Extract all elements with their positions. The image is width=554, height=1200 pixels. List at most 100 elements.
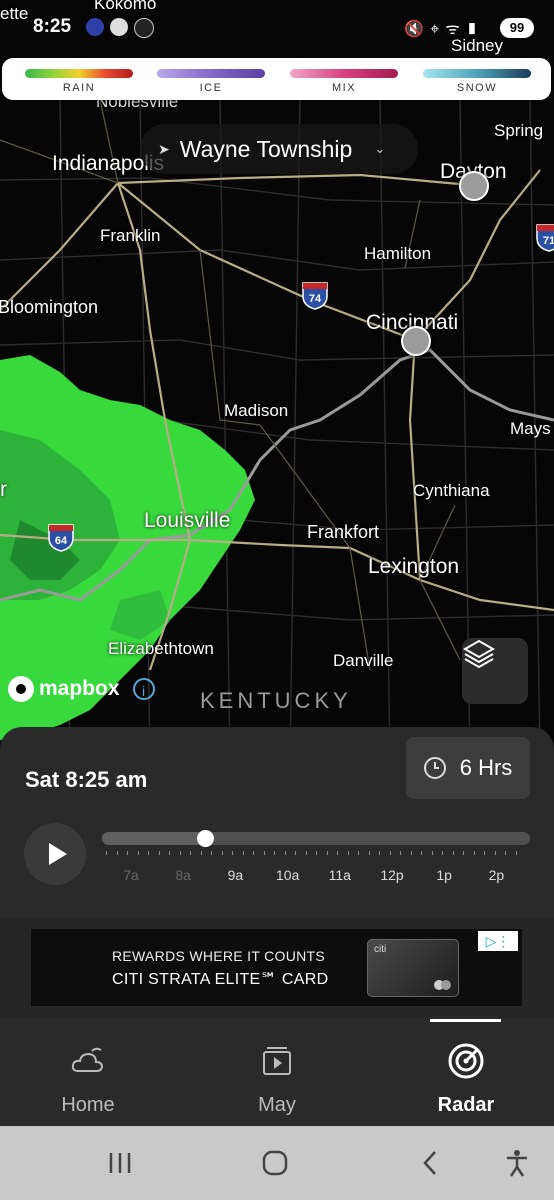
cincinnati-location-marker[interactable] xyxy=(401,326,431,356)
timeline-hour-label: 12p xyxy=(380,867,404,883)
timeline-tick xyxy=(421,851,422,855)
legend-rain-bar xyxy=(25,69,133,78)
location-name: Wayne Township xyxy=(179,135,353,162)
video-play-icon xyxy=(263,1047,291,1075)
timeline-hour-label: 9a xyxy=(227,867,244,883)
timeline-tick xyxy=(326,851,328,855)
timeline-tick xyxy=(389,851,391,855)
banner-ad[interactable]: REWARDS WHERE IT COUNTS CITI STRATA ELIT… xyxy=(31,929,522,1006)
legend-mix-bar xyxy=(290,69,398,78)
tiktok-icon xyxy=(134,18,154,38)
timeline-tick xyxy=(379,851,380,855)
timeline-tick xyxy=(148,851,149,855)
timeline-tick xyxy=(242,851,244,855)
navigation-arrow-icon: ➤ xyxy=(158,140,170,157)
status-bar: 8:25 🔇⌖ᯤ▮ 99 Sidney xyxy=(0,0,554,56)
timeline-tick xyxy=(263,851,265,855)
clock-icon xyxy=(423,757,446,779)
recent-apps-button[interactable] xyxy=(90,1126,150,1200)
timeline-tick xyxy=(337,851,338,855)
map-label-left-edge: r xyxy=(0,478,7,501)
timeline-tick xyxy=(169,851,170,855)
radar-map[interactable]: ette Kokomo Noblesville Indianapolis Day… xyxy=(0,0,554,760)
interstate-71-shield: 71 xyxy=(536,224,554,252)
timeline-tick xyxy=(452,851,454,855)
timeline-tick xyxy=(190,851,191,855)
interstate-64-number: 64 xyxy=(55,535,68,547)
map-label-lexington: Lexington xyxy=(368,555,460,578)
timeline-tick xyxy=(316,851,317,855)
snapchat-icon xyxy=(110,18,128,36)
timeline-tick xyxy=(484,851,485,855)
timeline-tick xyxy=(253,851,254,855)
nav-home-label: Home xyxy=(61,1094,115,1116)
timeline-tick xyxy=(295,851,296,855)
timeline-tick xyxy=(305,851,307,855)
timeline-slider-fill xyxy=(102,832,205,845)
timeline-slider[interactable] xyxy=(102,830,530,847)
timeline-hour-label: 1p xyxy=(436,867,452,883)
legend-ice: ICE xyxy=(157,69,265,94)
nav-radar-label: Radar xyxy=(437,1094,495,1116)
ad-headline: REWARDS WHERE IT COUNTS xyxy=(112,948,326,964)
timeline-hour-label: 10a xyxy=(275,867,300,883)
chevron-down-icon: ⌄ xyxy=(374,141,386,156)
legend-snow: SNOW xyxy=(423,69,531,94)
home-button[interactable] xyxy=(245,1126,305,1200)
layers-button[interactable] xyxy=(462,638,528,704)
nav-tab-home[interactable]: Home xyxy=(0,1019,180,1126)
timeline-tick xyxy=(515,851,517,855)
accessibility-button[interactable] xyxy=(492,1126,542,1200)
timeline-tick xyxy=(431,851,433,855)
timeline-tick xyxy=(473,851,475,855)
timeline-tick xyxy=(200,851,202,855)
play-button[interactable] xyxy=(24,823,86,885)
ad-product: CITI STRATA ELITE℠ CARD xyxy=(112,971,329,988)
ad-choices-icon[interactable]: ▷⋮ xyxy=(478,931,518,951)
info-icon[interactable]: i xyxy=(132,678,155,700)
map-label-springfield: Spring xyxy=(494,121,544,140)
time-range-label: 6 Hrs xyxy=(459,755,513,780)
legend-rain-label: RAIN xyxy=(62,82,96,94)
interstate-71-number: 71 xyxy=(543,235,554,247)
legend-snow-label: SNOW xyxy=(456,82,498,94)
map-label-maysville: Mays xyxy=(510,419,551,438)
card-network-circle-icon xyxy=(441,980,451,990)
location-selector[interactable]: ➤ Wayne Township ⌄ xyxy=(140,124,418,174)
back-button[interactable] xyxy=(400,1126,460,1200)
map-label-bloomington: Bloomington xyxy=(0,297,99,317)
timeline-hour-label: 2p xyxy=(488,867,505,883)
timeline-tick xyxy=(410,851,412,855)
status-time: 8:25 xyxy=(33,16,72,37)
system-navigation-bar xyxy=(0,1126,554,1200)
legend-snow-bar xyxy=(423,69,531,78)
map-label-frankfort: Frankfort xyxy=(307,522,380,542)
timeline-tick xyxy=(158,851,160,855)
timeline-tick xyxy=(284,851,286,855)
timeline-slider-handle[interactable] xyxy=(196,830,214,847)
back-icon xyxy=(423,1151,436,1175)
dayton-location-marker[interactable] xyxy=(459,171,489,201)
nav-tab-video[interactable]: May xyxy=(185,1019,369,1126)
legend-mix-label: MIX xyxy=(331,82,357,94)
battery-indicator: 99 xyxy=(500,18,534,38)
timeline-tick xyxy=(494,851,496,855)
nav-tab-radar[interactable]: Radar xyxy=(374,1019,554,1126)
timeline-ticks xyxy=(102,851,530,859)
mapbox-attribution[interactable]: mapbox i xyxy=(8,676,155,702)
timeline-tick xyxy=(505,851,506,855)
timeline-hour-label: 8a xyxy=(175,867,191,883)
home-icon xyxy=(262,1150,288,1176)
ad-container: REWARDS WHERE IT COUNTS CITI STRATA ELIT… xyxy=(0,917,554,1019)
radar-icon xyxy=(448,1043,484,1079)
timeline-tick xyxy=(347,851,349,855)
timeline-hour-label: 11a xyxy=(328,867,351,883)
map-label-louisville: Louisville xyxy=(144,509,231,532)
timeline-hour-label: 7a xyxy=(123,867,139,883)
nav-video-label: May xyxy=(258,1094,296,1116)
timeline-date: Sat 8:25 am xyxy=(25,767,148,792)
map-label-cynthiana: Cynthiana xyxy=(413,481,490,500)
interstate-64-shield: 64 xyxy=(48,524,74,552)
time-range-button[interactable]: 6 Hrs xyxy=(406,737,530,799)
timeline-tick xyxy=(274,851,275,855)
